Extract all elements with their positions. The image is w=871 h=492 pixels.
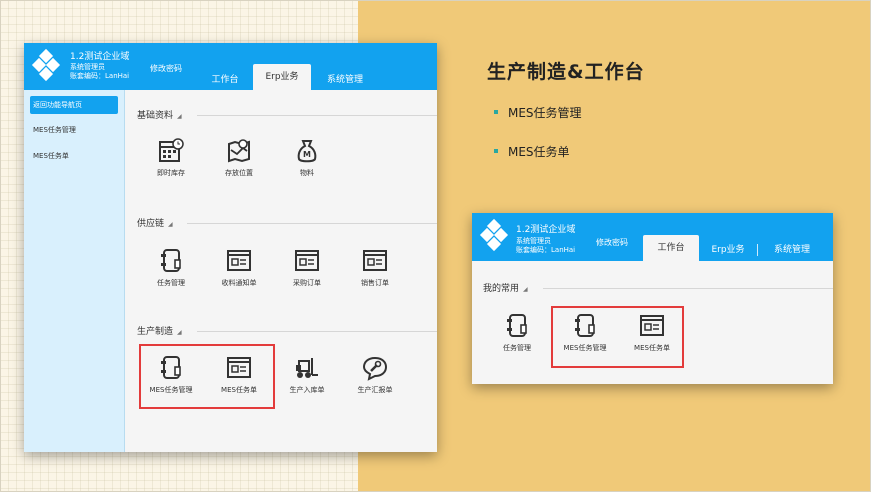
divider: [543, 288, 833, 289]
calendar-icon: [159, 138, 184, 162]
tile-label: 采购订单: [293, 279, 321, 287]
org-name: 1.2测试企业域: [516, 225, 576, 235]
sidebar: 返回功能导航页 MES任务管理 MES任务单: [24, 90, 125, 452]
change-password-link[interactable]: 修改密码: [596, 237, 628, 248]
app-header: 1.2测试企业域 系统管理员 账套编码：LanHai 修改密码 工作台 Erp业…: [472, 213, 833, 261]
tile-label: MES任务管理: [563, 344, 607, 352]
notebook-icon: [161, 356, 181, 379]
notebook-icon: [507, 314, 527, 337]
svg-text:M: M: [303, 150, 311, 159]
map-icon: [228, 139, 250, 163]
money-bag-icon: M: [297, 140, 317, 163]
tab-divider: [757, 244, 758, 256]
bullet-item: MES任务管理: [494, 104, 582, 121]
tab-erp[interactable]: Erp业务: [253, 64, 311, 90]
tile-label: MES任务单: [634, 344, 670, 352]
collapse-icon[interactable]: ◢: [177, 329, 182, 336]
notebook-icon: [161, 249, 181, 272]
tile-mes-task-mgmt[interactable]: MES任务管理: [141, 355, 201, 395]
tab-workbench[interactable]: 工作台: [643, 235, 699, 261]
tile-label: 任务管理: [157, 279, 185, 287]
divider: [197, 331, 437, 332]
tile-label: 存放位置: [225, 169, 253, 177]
org-name: 1.2测试企业域: [70, 52, 130, 62]
tile-storage-location[interactable]: 存放位置: [209, 138, 269, 178]
tab-erp[interactable]: Erp业务: [706, 240, 750, 260]
user-name: 系统管理员: [516, 237, 551, 245]
tile-task-mgmt[interactable]: 任务管理: [487, 313, 547, 353]
account-code: 账套编码：LanHai: [70, 72, 130, 80]
tab-workbench[interactable]: 工作台: [204, 70, 246, 90]
sidebar-item-mes-task-mgmt[interactable]: MES任务管理: [30, 121, 118, 139]
notebook-icon: [575, 314, 595, 337]
workbench-window: 1.2测试企业域 系统管理员 账套编码：LanHai 修改密码 工作台 Erp业…: [472, 213, 833, 384]
erp-window: 1.2测试企业域 系统管理员 账套编码：LanHai 修改密码 工作台 Erp业…: [24, 43, 437, 452]
slide-title: 生产制造&工作台: [487, 61, 645, 83]
tile-mes-task-mgmt[interactable]: MES任务管理: [555, 313, 615, 353]
tile-production-receipt[interactable]: 生产入库单: [277, 355, 337, 395]
app-header: 1.2测试企业域 系统管理员 账套编码：LanHai 修改密码 工作台 Erp业…: [24, 43, 437, 90]
account-code: 账套编码：LanHai: [516, 246, 576, 254]
form-window-icon: [227, 250, 251, 271]
logo-icon: [31, 48, 61, 82]
tile-label: 物料: [300, 169, 314, 177]
tab-system[interactable]: 系统管理: [765, 240, 819, 260]
bullet-icon: [494, 148, 498, 153]
form-window-icon: [640, 315, 664, 336]
section-title: 生产制造 ◢: [137, 327, 182, 337]
tile-inventory[interactable]: 即时库存: [141, 138, 201, 178]
tile-mes-task-order[interactable]: MES任务单: [209, 355, 269, 395]
form-window-icon: [227, 357, 251, 378]
collapse-icon[interactable]: ◢: [523, 286, 528, 293]
tile-sales-order[interactable]: 销售订单: [345, 248, 405, 288]
user-name: 系统管理员: [70, 63, 105, 71]
tile-receipt-notice[interactable]: 收料通知单: [209, 248, 269, 288]
tile-mes-task-order[interactable]: MES任务单: [622, 313, 682, 353]
section-title: 供应链 ◢: [137, 219, 173, 229]
tile-material[interactable]: M 物料: [277, 138, 337, 178]
sidebar-item-back[interactable]: 返回功能导航页: [30, 96, 118, 114]
tab-system[interactable]: 系统管理: [318, 70, 372, 90]
tile-label: 即时库存: [157, 169, 185, 177]
tile-task-mgmt[interactable]: 任务管理: [141, 248, 201, 288]
sidebar-item-mes-task-order[interactable]: MES任务单: [30, 147, 118, 165]
tile-label: MES任务管理: [149, 386, 193, 394]
bullet-icon: [494, 109, 498, 114]
tile-label: MES任务单: [221, 386, 257, 394]
section-title: 基础资料 ◢: [137, 111, 182, 121]
tile-label: 生产汇报单: [357, 386, 393, 394]
bullet-item: MES任务单: [494, 143, 570, 160]
logo-icon: [479, 218, 509, 252]
tile-production-report[interactable]: 生产汇报单: [345, 355, 405, 395]
section-title: 我的常用 ◢: [483, 284, 528, 294]
form-window-icon: [295, 250, 319, 271]
tile-purchase-order[interactable]: 采购订单: [277, 248, 337, 288]
tile-label: 销售订单: [361, 279, 389, 287]
change-password-link[interactable]: 修改密码: [150, 63, 182, 74]
wrench-chat-icon: [362, 356, 388, 381]
form-window-icon: [363, 250, 387, 271]
forklift-icon: [296, 358, 318, 378]
collapse-icon[interactable]: ◢: [177, 113, 182, 120]
tile-label: 生产入库单: [289, 386, 325, 394]
collapse-icon[interactable]: ◢: [168, 221, 173, 228]
divider: [187, 223, 437, 224]
tile-label: 收料通知单: [221, 279, 257, 287]
tile-label: 任务管理: [503, 344, 531, 352]
divider: [197, 115, 437, 116]
